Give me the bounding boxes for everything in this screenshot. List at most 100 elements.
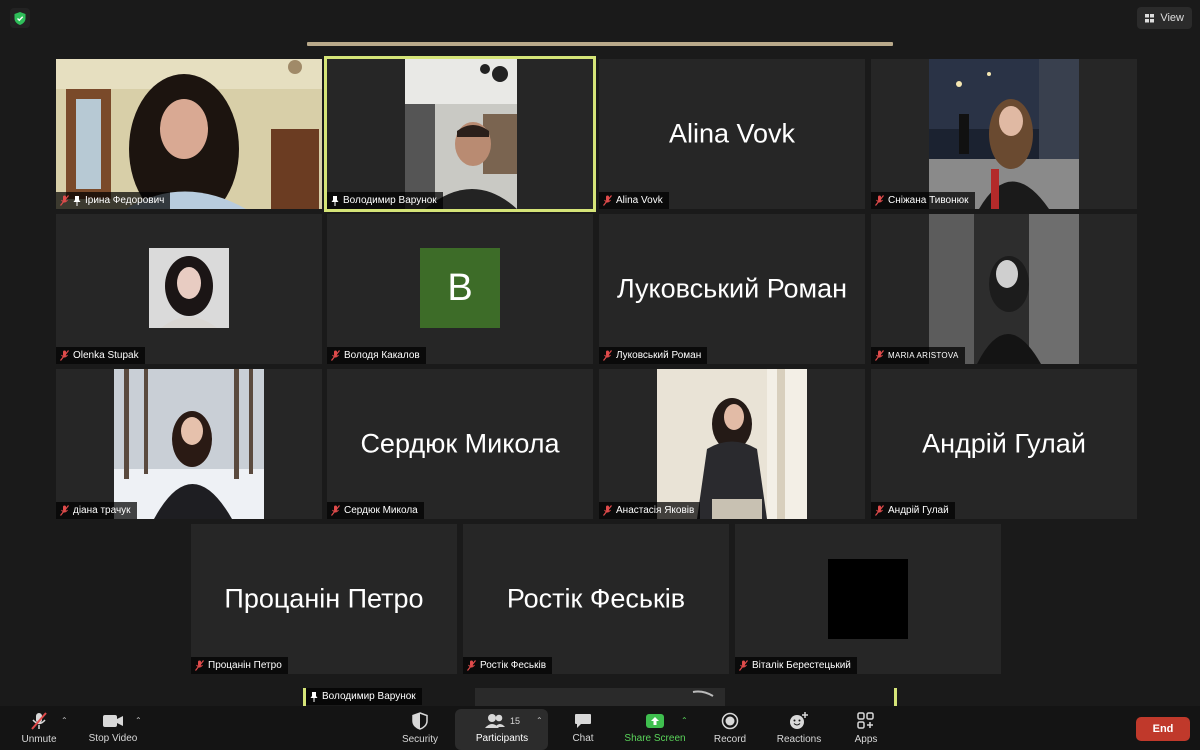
participant-name-tag: Володимир Варунок <box>306 688 422 705</box>
stop-video-label: Stop Video <box>88 732 138 744</box>
participant-name-tag: Анастасія Яковів <box>599 502 701 519</box>
participant-display-name: Alina Vovk <box>668 118 796 149</box>
participant-tile-active-speaker[interactable]: Володимир Варунок <box>324 56 596 212</box>
participant-display-name: Сердюк Микола <box>360 428 560 459</box>
participant-name-tag: Ростік Феськів <box>463 657 553 674</box>
participants-label: Participants <box>475 732 529 744</box>
muted-mic-icon <box>195 660 204 671</box>
participant-tile[interactable]: Alina Vovk Alina Vovk <box>599 59 865 209</box>
reactions-button[interactable]: Reactions <box>772 706 826 750</box>
stop-video-button[interactable]: Stop Video <box>84 706 142 750</box>
participant-name-tag: Ірина Федорович <box>56 192 171 209</box>
participant-name: Процанін Петро <box>208 660 282 671</box>
participant-name: Володимир Варунок <box>322 691 416 702</box>
participant-tile[interactable]: діана трачук <box>56 369 322 519</box>
muted-mic-icon <box>60 350 69 361</box>
participant-display-name: Андрій Гулай <box>922 428 1086 459</box>
participant-tile[interactable]: Ірина Федорович <box>56 59 322 209</box>
participant-video <box>657 369 807 519</box>
unmute-button[interactable]: Unmute <box>14 706 64 750</box>
participant-tile[interactable]: B Володя Какалов <box>327 214 593 364</box>
muted-mic-icon <box>60 195 69 206</box>
reactions-label: Reactions <box>776 733 822 745</box>
security-label: Security <box>401 733 439 745</box>
participant-name-tag: Alina Vovk <box>599 192 669 209</box>
participant-name: Володя Какалов <box>344 350 420 361</box>
chat-bubble-icon <box>575 713 591 728</box>
encryption-shield-icon[interactable] <box>10 8 30 28</box>
participant-tile[interactable]: Андрій Гулай Андрій Гулай <box>871 369 1137 519</box>
participant-tile[interactable]: Сніжана Тивонюк <box>871 59 1137 209</box>
participant-name: Анастасія Яковів <box>616 505 695 516</box>
participant-name: Луковський Роман <box>616 350 702 361</box>
record-label: Record <box>713 733 747 745</box>
security-button[interactable]: Security <box>396 706 444 750</box>
muted-mic-icon <box>875 350 884 361</box>
record-icon <box>721 712 739 729</box>
participant-name-tag: Луковський Роман <box>599 347 708 364</box>
participant-display-name: Ростік Феськів <box>506 583 686 614</box>
participant-name: Андрій Гулай <box>888 505 949 516</box>
muted-mic-icon <box>875 505 884 516</box>
participant-name-tag: Olenka Stupak <box>56 347 145 364</box>
record-button[interactable]: Record <box>708 706 752 750</box>
participant-name-tag: Віталік Берестецький <box>735 657 857 674</box>
participants-icon <box>484 713 505 728</box>
muted-mic-icon <box>60 505 69 516</box>
video-options-chevron-icon[interactable]: ⌃ <box>135 716 142 725</box>
participants-count: 15 <box>509 715 520 726</box>
muted-mic-icon <box>603 505 612 516</box>
share-screen-label: Share Screen <box>624 732 686 744</box>
pinned-video-strip-bottom[interactable]: Володимир Варунок <box>303 688 897 706</box>
participant-name: Ірина Федорович <box>85 195 165 206</box>
participant-name-tag: діана трачук <box>56 502 137 519</box>
participant-name-tag: Сердюк Микола <box>327 502 424 519</box>
shield-icon <box>412 711 428 730</box>
participant-tile[interactable]: MARIA ARISTOVA <box>871 214 1137 364</box>
participant-tile[interactable]: Процанін Петро Процанін Петро <box>191 524 457 674</box>
participant-tile[interactable]: Віталік Берестецький <box>735 524 1001 674</box>
view-label: View <box>1160 12 1184 24</box>
profile-picture <box>149 248 229 328</box>
apps-label: Apps <box>854 733 878 745</box>
apps-icon <box>857 711 874 729</box>
participant-name: MARIA ARISTOVA <box>888 351 959 360</box>
participant-name: Віталік Берестецький <box>752 660 851 671</box>
participant-name: Ростік Феськів <box>480 660 547 671</box>
muted-mic-icon <box>331 505 340 516</box>
pin-icon <box>310 691 318 702</box>
participant-name: Володимир Варунок <box>343 195 437 206</box>
smiley-plus-icon <box>790 711 808 729</box>
participant-video <box>405 59 517 209</box>
participants-button[interactable]: 15 Participants <box>468 706 536 750</box>
muted-mic-icon <box>331 350 340 361</box>
participant-tile[interactable]: Сердюк Микола Сердюк Микола <box>327 369 593 519</box>
participants-options-chevron-icon[interactable]: ⌃ <box>536 716 543 725</box>
muted-mic-icon <box>31 711 47 730</box>
share-screen-button[interactable]: Share Screen <box>620 706 690 750</box>
participant-name-tag: MARIA ARISTOVA <box>871 347 965 364</box>
participant-name: Сніжана Тивонюк <box>888 195 969 206</box>
muted-mic-icon <box>467 660 476 671</box>
view-button[interactable]: View <box>1137 7 1192 29</box>
apps-button[interactable]: Apps <box>848 706 884 750</box>
participant-tile[interactable]: Olenka Stupak <box>56 214 322 364</box>
chat-button[interactable]: Chat <box>563 706 603 750</box>
participant-name: Olenka Stupak <box>73 350 139 361</box>
audio-options-chevron-icon[interactable]: ⌃ <box>61 716 68 725</box>
participant-tile[interactable]: Ростік Феськів Ростік Феськів <box>463 524 729 674</box>
share-options-chevron-icon[interactable]: ⌃ <box>681 716 688 725</box>
muted-mic-icon <box>603 195 612 206</box>
pin-icon <box>73 195 81 206</box>
participant-display-name: Процанін Петро <box>224 583 424 614</box>
participant-tile[interactable]: Луковський Роман Луковський Роман <box>599 214 865 364</box>
muted-mic-icon <box>875 195 884 206</box>
participant-name: діана трачук <box>73 505 131 516</box>
participant-tile[interactable]: Анастасія Яковів <box>599 369 865 519</box>
video-off-placeholder <box>828 559 908 639</box>
end-meeting-button[interactable]: End <box>1136 717 1190 741</box>
avatar-initial: B <box>420 248 500 328</box>
participant-video <box>929 214 1079 364</box>
participant-display-name: Луковський Роман <box>616 273 848 304</box>
muted-mic-icon <box>739 660 748 671</box>
